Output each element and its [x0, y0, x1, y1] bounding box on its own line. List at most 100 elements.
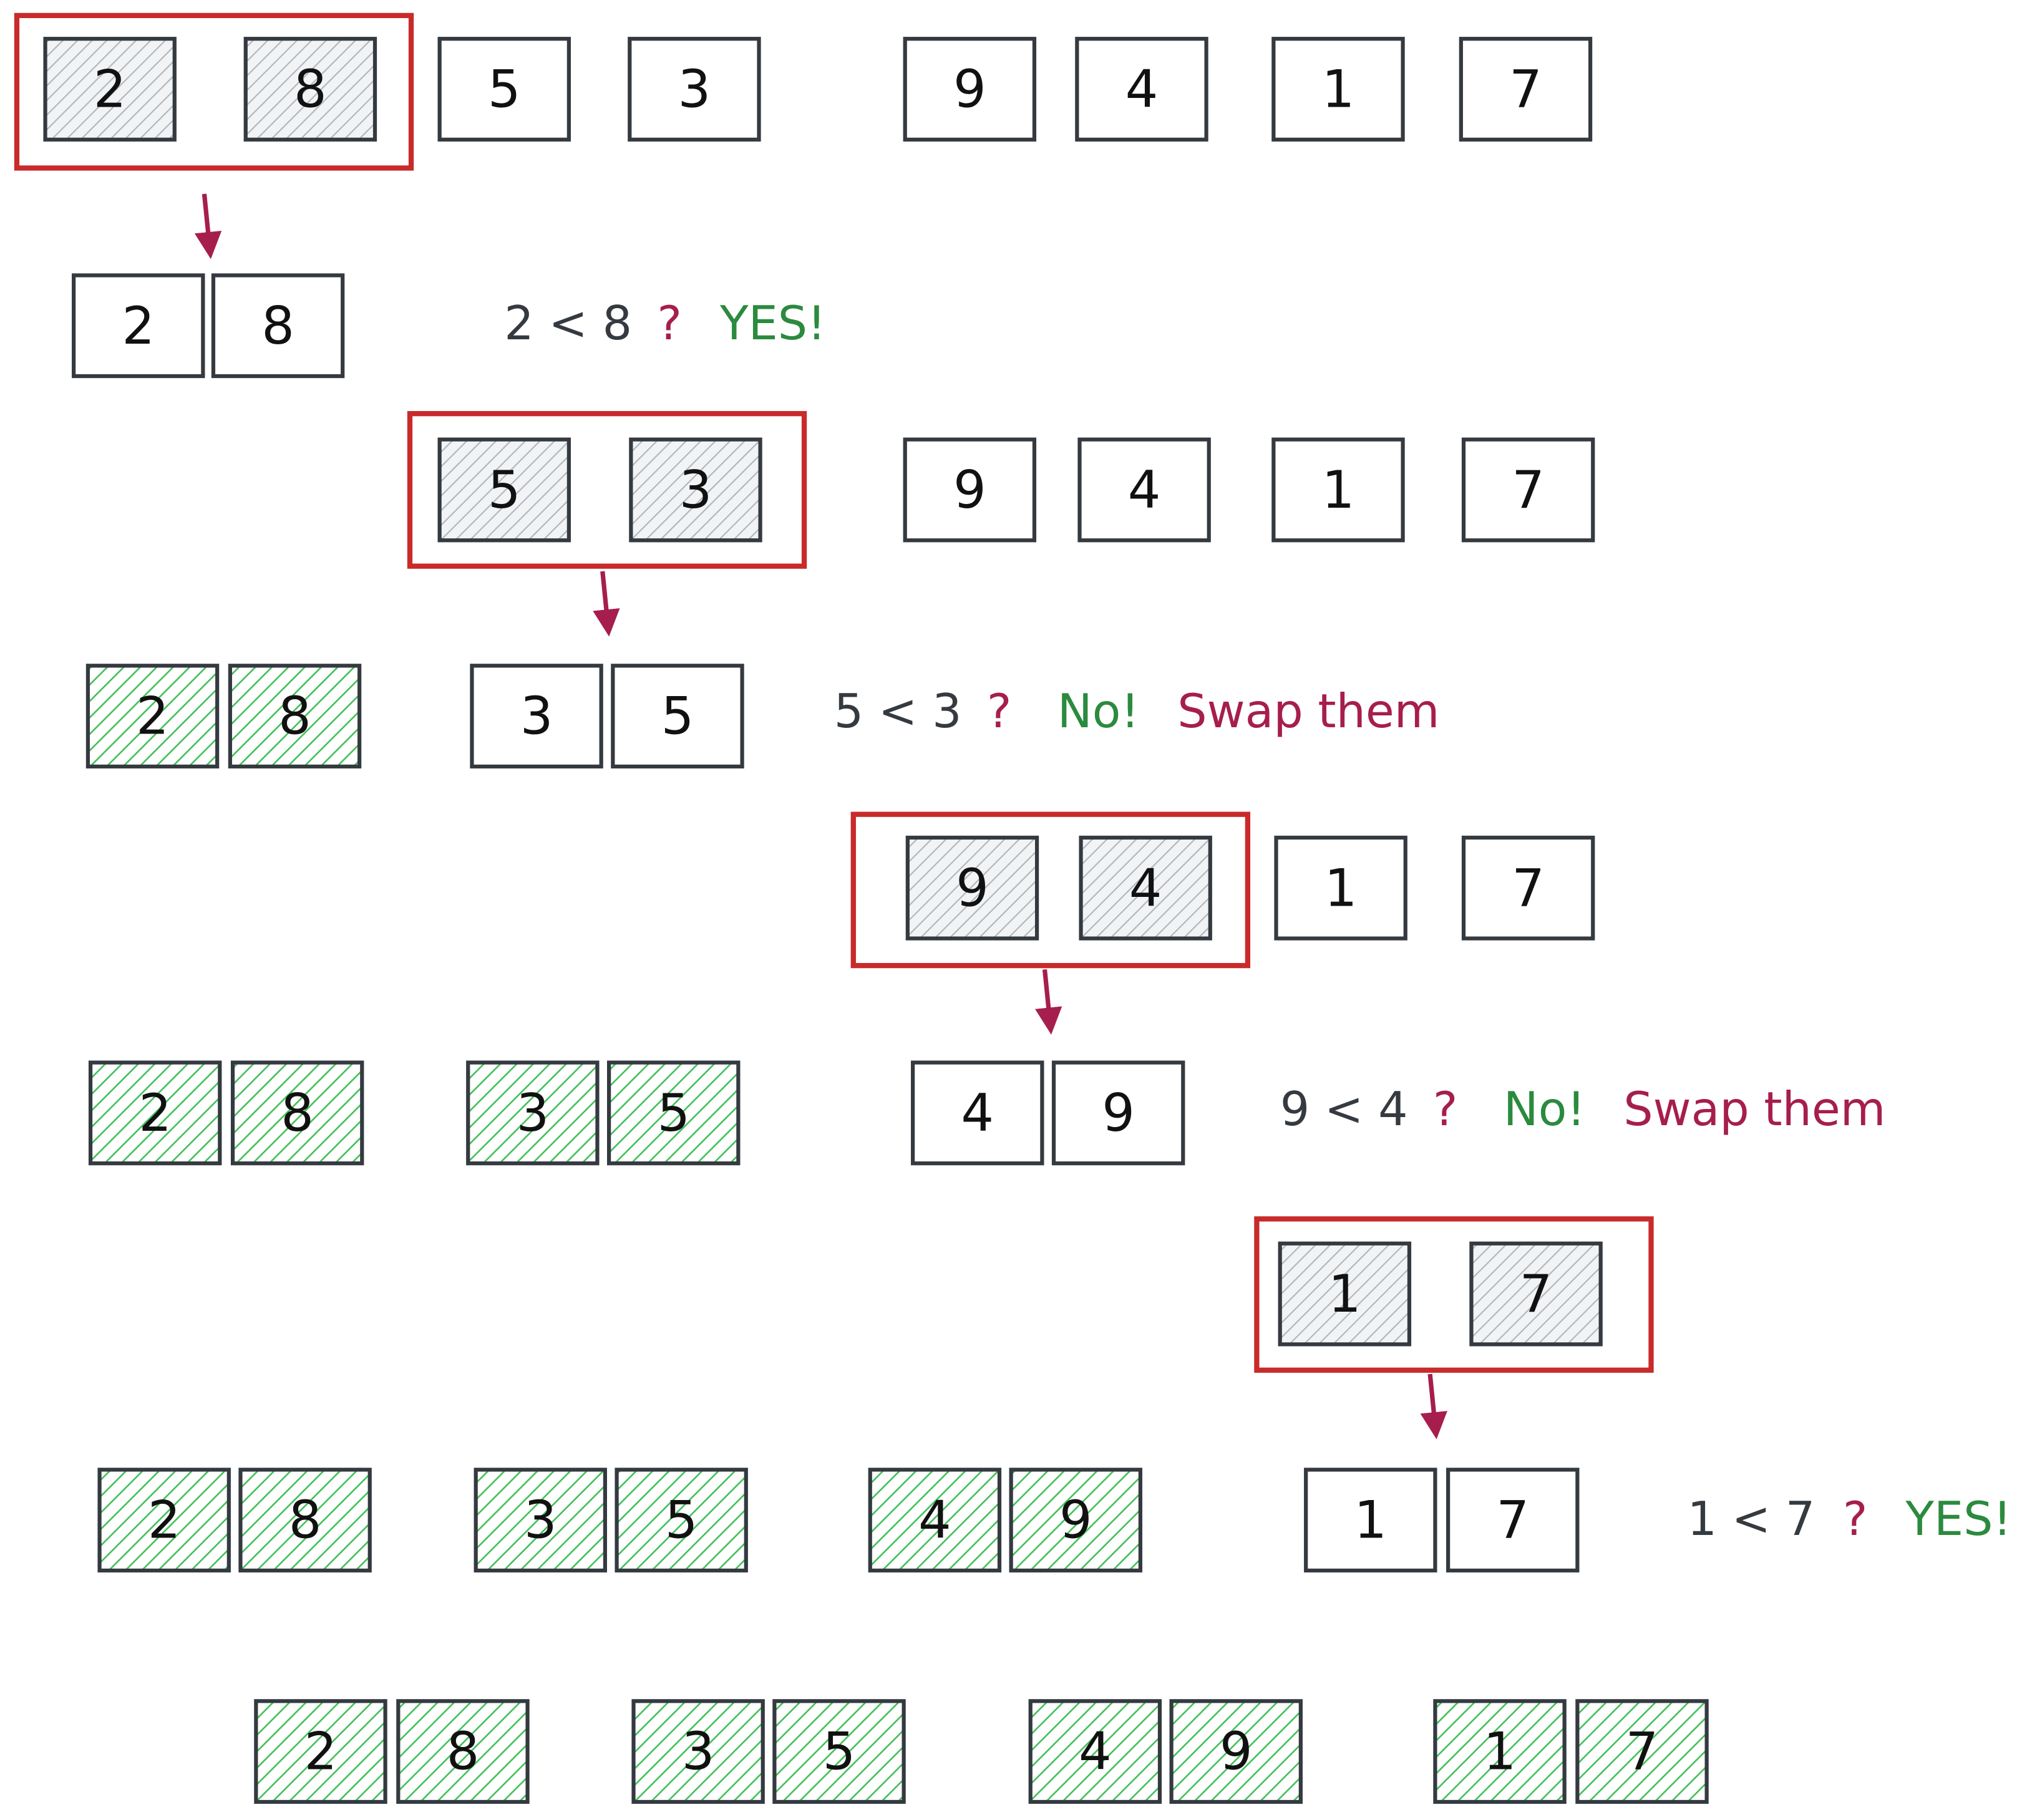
- number-box-8: 8: [243, 37, 377, 142]
- number-box-3: 3: [628, 37, 761, 142]
- number-box-4: 4: [1075, 37, 1208, 142]
- comparison-action: Swap them: [1177, 684, 1439, 738]
- comparison-question: 2 < 8: [504, 296, 632, 351]
- number-box-9: 9: [1169, 1699, 1303, 1804]
- number-box-2: 2: [85, 664, 220, 769]
- number-box-7: 7: [1461, 437, 1595, 543]
- number-box-3: 3: [474, 1468, 608, 1573]
- number-box-4: 4: [868, 1468, 1002, 1573]
- box-value: 9: [953, 460, 986, 520]
- comparison-answer: YES!: [719, 296, 826, 351]
- comparison-mark: ?: [657, 296, 682, 351]
- box-value: 5: [488, 59, 521, 120]
- comparison-4: 1 < 7 ? YES!: [1688, 1492, 2012, 1546]
- box-value: 8: [447, 1721, 480, 1782]
- comparison-question: 5 < 3: [834, 684, 962, 738]
- box-value: 2: [139, 1083, 172, 1143]
- box-value: 7: [1512, 858, 1545, 918]
- number-box-8: 8: [396, 1699, 530, 1804]
- box-value: 1: [1322, 59, 1355, 120]
- number-box-8: 8: [211, 273, 345, 379]
- arrow-down-icon: [593, 571, 620, 637]
- number-box-1: 1: [1274, 835, 1407, 941]
- number-box-5: 5: [615, 1468, 748, 1573]
- box-value: 5: [488, 460, 521, 520]
- number-box-1: 1: [1433, 1699, 1567, 1804]
- number-box-3: 3: [466, 1060, 600, 1166]
- box-value: 4: [1079, 1721, 1112, 1782]
- number-box-4: 4: [1079, 835, 1212, 941]
- comparison-mark: ?: [987, 684, 1012, 738]
- number-box-7: 7: [1461, 835, 1595, 941]
- comparison-answer: No!: [1504, 1082, 1585, 1136]
- number-box-9: 9: [1009, 1468, 1142, 1573]
- box-value: 3: [679, 460, 712, 520]
- number-box-5: 5: [437, 437, 571, 543]
- box-value: 1: [1328, 1264, 1361, 1324]
- box-value: 4: [961, 1083, 994, 1143]
- number-box-9: 9: [905, 835, 1039, 941]
- box-value: 2: [122, 296, 155, 356]
- comparison-action: Swap them: [1623, 1082, 1885, 1136]
- number-box-9: 9: [903, 437, 1037, 543]
- box-value: 7: [1496, 1490, 1529, 1551]
- number-box-7: 7: [1575, 1699, 1709, 1804]
- number-box-2: 2: [88, 1060, 222, 1166]
- arrow-down-icon: [1035, 969, 1062, 1035]
- box-value: 9: [1059, 1490, 1092, 1551]
- comparison-question: 9 < 4: [1280, 1082, 1408, 1136]
- number-box-8: 8: [238, 1468, 372, 1573]
- box-value: 8: [281, 1083, 314, 1143]
- number-box-7: 7: [1459, 37, 1593, 142]
- number-box-7: 7: [1446, 1468, 1580, 1573]
- box-value: 2: [136, 686, 169, 747]
- arrow-down-icon: [194, 193, 222, 259]
- box-value: 1: [1484, 1721, 1517, 1782]
- number-box-1: 1: [1304, 1468, 1437, 1573]
- number-box-1: 1: [1271, 37, 1405, 142]
- number-box-8: 8: [228, 664, 362, 769]
- merge-sort-diagram: 2 8 5 3 9 4 1 7 2 8 5 3 9 4 1 7 2 8 3 5 9 4 1 7 2 8 3 5 4 9 1 7 2 8 3 5 4 9 1 7…: [14, 12, 2012, 1804]
- comparison-2: 5 < 3 ? No! Swap them: [834, 684, 1440, 738]
- number-box-5: 5: [607, 1060, 741, 1166]
- box-value: 2: [304, 1721, 338, 1782]
- number-box-3: 3: [470, 664, 603, 769]
- box-value: 4: [918, 1490, 951, 1551]
- number-box-2: 2: [254, 1699, 387, 1804]
- box-value: 8: [278, 686, 311, 747]
- number-box-8: 8: [230, 1060, 364, 1166]
- box-value: 4: [1128, 460, 1161, 520]
- comparison-question: 1 < 7: [1688, 1492, 1815, 1546]
- number-box-2: 2: [72, 273, 205, 379]
- box-value: 8: [289, 1490, 322, 1551]
- number-box-4: 4: [1028, 1699, 1162, 1804]
- number-box-9: 9: [903, 37, 1037, 142]
- box-value: 1: [1354, 1490, 1387, 1551]
- box-value: 3: [524, 1490, 557, 1551]
- arrow-down-icon: [1420, 1373, 1447, 1440]
- number-box-1: 1: [1271, 437, 1405, 543]
- box-value: 7: [1512, 460, 1545, 520]
- number-box-1: 1: [1278, 1241, 1412, 1347]
- number-box-5: 5: [611, 664, 744, 769]
- comparison-mark: ?: [1843, 1492, 1868, 1546]
- box-value: 9: [1220, 1721, 1253, 1782]
- box-value: 3: [682, 1721, 715, 1782]
- comparison-3: 9 < 4 ? No! Swap them: [1280, 1082, 1886, 1136]
- number-box-3: 3: [631, 1699, 765, 1804]
- box-value: 5: [665, 1490, 698, 1551]
- comparison-mark: ?: [1433, 1082, 1458, 1136]
- number-box-2: 2: [43, 37, 177, 142]
- number-box-9: 9: [1051, 1060, 1185, 1166]
- box-value: 7: [1520, 1264, 1553, 1324]
- comparison-1: 2 < 8 ? YES!: [504, 296, 826, 351]
- box-value: 4: [1129, 858, 1162, 918]
- box-value: 8: [261, 296, 294, 356]
- box-value: 7: [1509, 59, 1542, 120]
- number-box-5: 5: [772, 1699, 906, 1804]
- box-value: 2: [94, 59, 127, 120]
- box-value: 9: [956, 858, 989, 918]
- box-value: 3: [678, 59, 711, 120]
- comparison-answer: YES!: [1905, 1492, 2011, 1546]
- box-value: 1: [1322, 460, 1355, 520]
